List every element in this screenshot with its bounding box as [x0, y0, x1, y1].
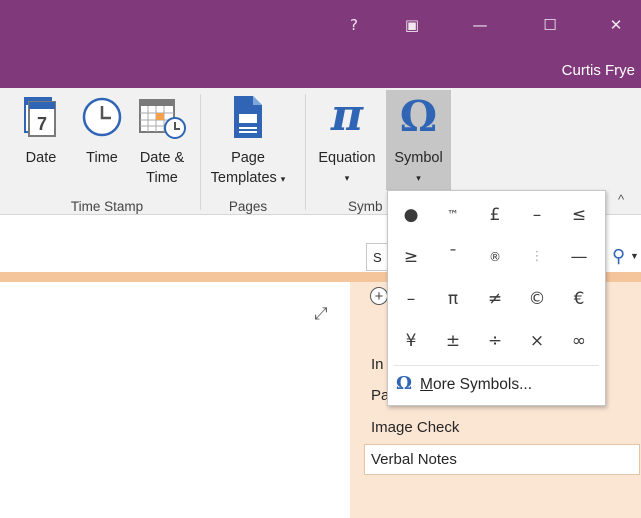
calendar-day-number: 7 [37, 114, 47, 134]
time-button[interactable]: Time [78, 88, 126, 196]
omega-icon: Ω [396, 373, 413, 394]
symbol-cell[interactable]: € [560, 281, 598, 317]
page-templates-label-line2: Templates ▾ [206, 168, 290, 189]
symbol-cell[interactable]: ÷ [476, 323, 514, 359]
symbol-label: Symbol ▾ [386, 148, 451, 188]
symbol-cell[interactable]: ™ [434, 197, 472, 233]
symbol-label-text: Symbol [394, 150, 443, 166]
collapse-ribbon-icon[interactable]: ^ [618, 192, 624, 207]
symbol-cell[interactable]: ¥ [392, 323, 430, 359]
search-icon[interactable]: ⚲ [612, 246, 625, 267]
more-symbols-button[interactable]: Ω More Symbols... [396, 367, 532, 401]
symbol-cell[interactable]: – [518, 197, 556, 233]
expand-icon[interactable]: ⤢ [314, 304, 328, 324]
more-symbols-accelerator: M [420, 376, 433, 393]
date-button[interactable]: 7 Date [18, 88, 64, 196]
equation-button[interactable]: π Equation ▾ [312, 88, 382, 196]
group-separator [305, 94, 306, 210]
date-and-time-button[interactable]: Date & Time [134, 88, 190, 196]
date-and-time-label-line2: Time [146, 170, 178, 186]
symbol-cell[interactable]: ⋮ [518, 239, 556, 275]
symbol-cell[interactable]: £ [476, 197, 514, 233]
maximize-button[interactable]: ☐ [530, 12, 570, 38]
group-label-pages: Pages [228, 199, 268, 214]
dropdown-arrow-icon: ▾ [344, 173, 350, 183]
ribbon-display-options-button[interactable]: ▣ [392, 12, 432, 38]
page-templates-label-text: Templates [210, 170, 277, 186]
symbol-cell[interactable]: ∞ [560, 323, 598, 359]
symbol-cell[interactable]: ≤ [560, 197, 598, 233]
page-templates-label-line1: Page [231, 150, 265, 166]
symbol-cell[interactable]: ≠ [476, 281, 514, 317]
date-label: Date [25, 150, 57, 166]
symbol-button[interactable]: Ω Symbol ▾ [386, 88, 451, 196]
symbol-cell[interactable]: π [434, 281, 472, 317]
calendar-icon: 7 [24, 97, 56, 137]
symbol-cell[interactable]: × [518, 323, 556, 359]
symbol-cell[interactable]: ¯ [434, 239, 472, 275]
symbol-cell[interactable]: – [392, 281, 430, 317]
symbol-gallery: ● ™ £ – ≤ ≥ ¯ ® ⋮ — – π ≠ © € ¥ ± ÷ × ∞ … [387, 190, 606, 406]
symbol-cell[interactable]: ≥ [392, 239, 430, 275]
pi-icon: π [330, 90, 364, 141]
more-symbols-label: ore Symbols... [432, 376, 533, 393]
clock-icon [82, 97, 122, 137]
dropdown-arrow-icon: ▾ [280, 174, 286, 184]
symbol-cell[interactable]: ± [434, 323, 472, 359]
date-and-time-label-line1: Date & [139, 150, 185, 166]
close-button[interactable]: ✕ [596, 12, 636, 38]
equation-label-text: Equation [318, 150, 376, 166]
equation-label: Equation ▾ [312, 148, 382, 188]
calendar-clock-icon [139, 99, 186, 139]
page-item[interactable]: Image Check [371, 419, 459, 436]
dropdown-arrow-icon: ▾ [416, 173, 421, 183]
group-separator [200, 94, 201, 210]
page-templates-button[interactable]: Page Templates ▾ [206, 88, 290, 196]
date-and-time-label: Date & Time [134, 148, 190, 188]
user-name[interactable]: Curtis Frye [562, 62, 635, 79]
title-bar: ? ▣ — ☐ ✕ Curtis Frye [0, 0, 641, 88]
minimize-button[interactable]: — [460, 12, 500, 38]
page-templates-label: Page Templates ▾ [206, 148, 290, 189]
page-item[interactable]: In [371, 356, 384, 373]
page-item-selected[interactable]: Verbal Notes [364, 444, 640, 475]
gallery-separator [394, 365, 599, 366]
add-page-icon[interactable]: + [370, 287, 388, 305]
page-template-icon [234, 96, 262, 138]
group-label-time-stamp: Time Stamp [70, 199, 144, 214]
symbol-cell[interactable]: — [560, 239, 598, 275]
search-scope-chevron-icon[interactable]: ▼ [630, 251, 639, 261]
group-label-symbols: Symb [348, 199, 383, 214]
time-label: Time [86, 150, 118, 166]
symbol-cell[interactable]: © [518, 281, 556, 317]
symbol-cell[interactable]: ● [392, 197, 430, 233]
omega-icon: Ω [399, 92, 438, 141]
symbol-cell[interactable]: ® [476, 239, 514, 275]
help-button[interactable]: ? [334, 12, 374, 38]
